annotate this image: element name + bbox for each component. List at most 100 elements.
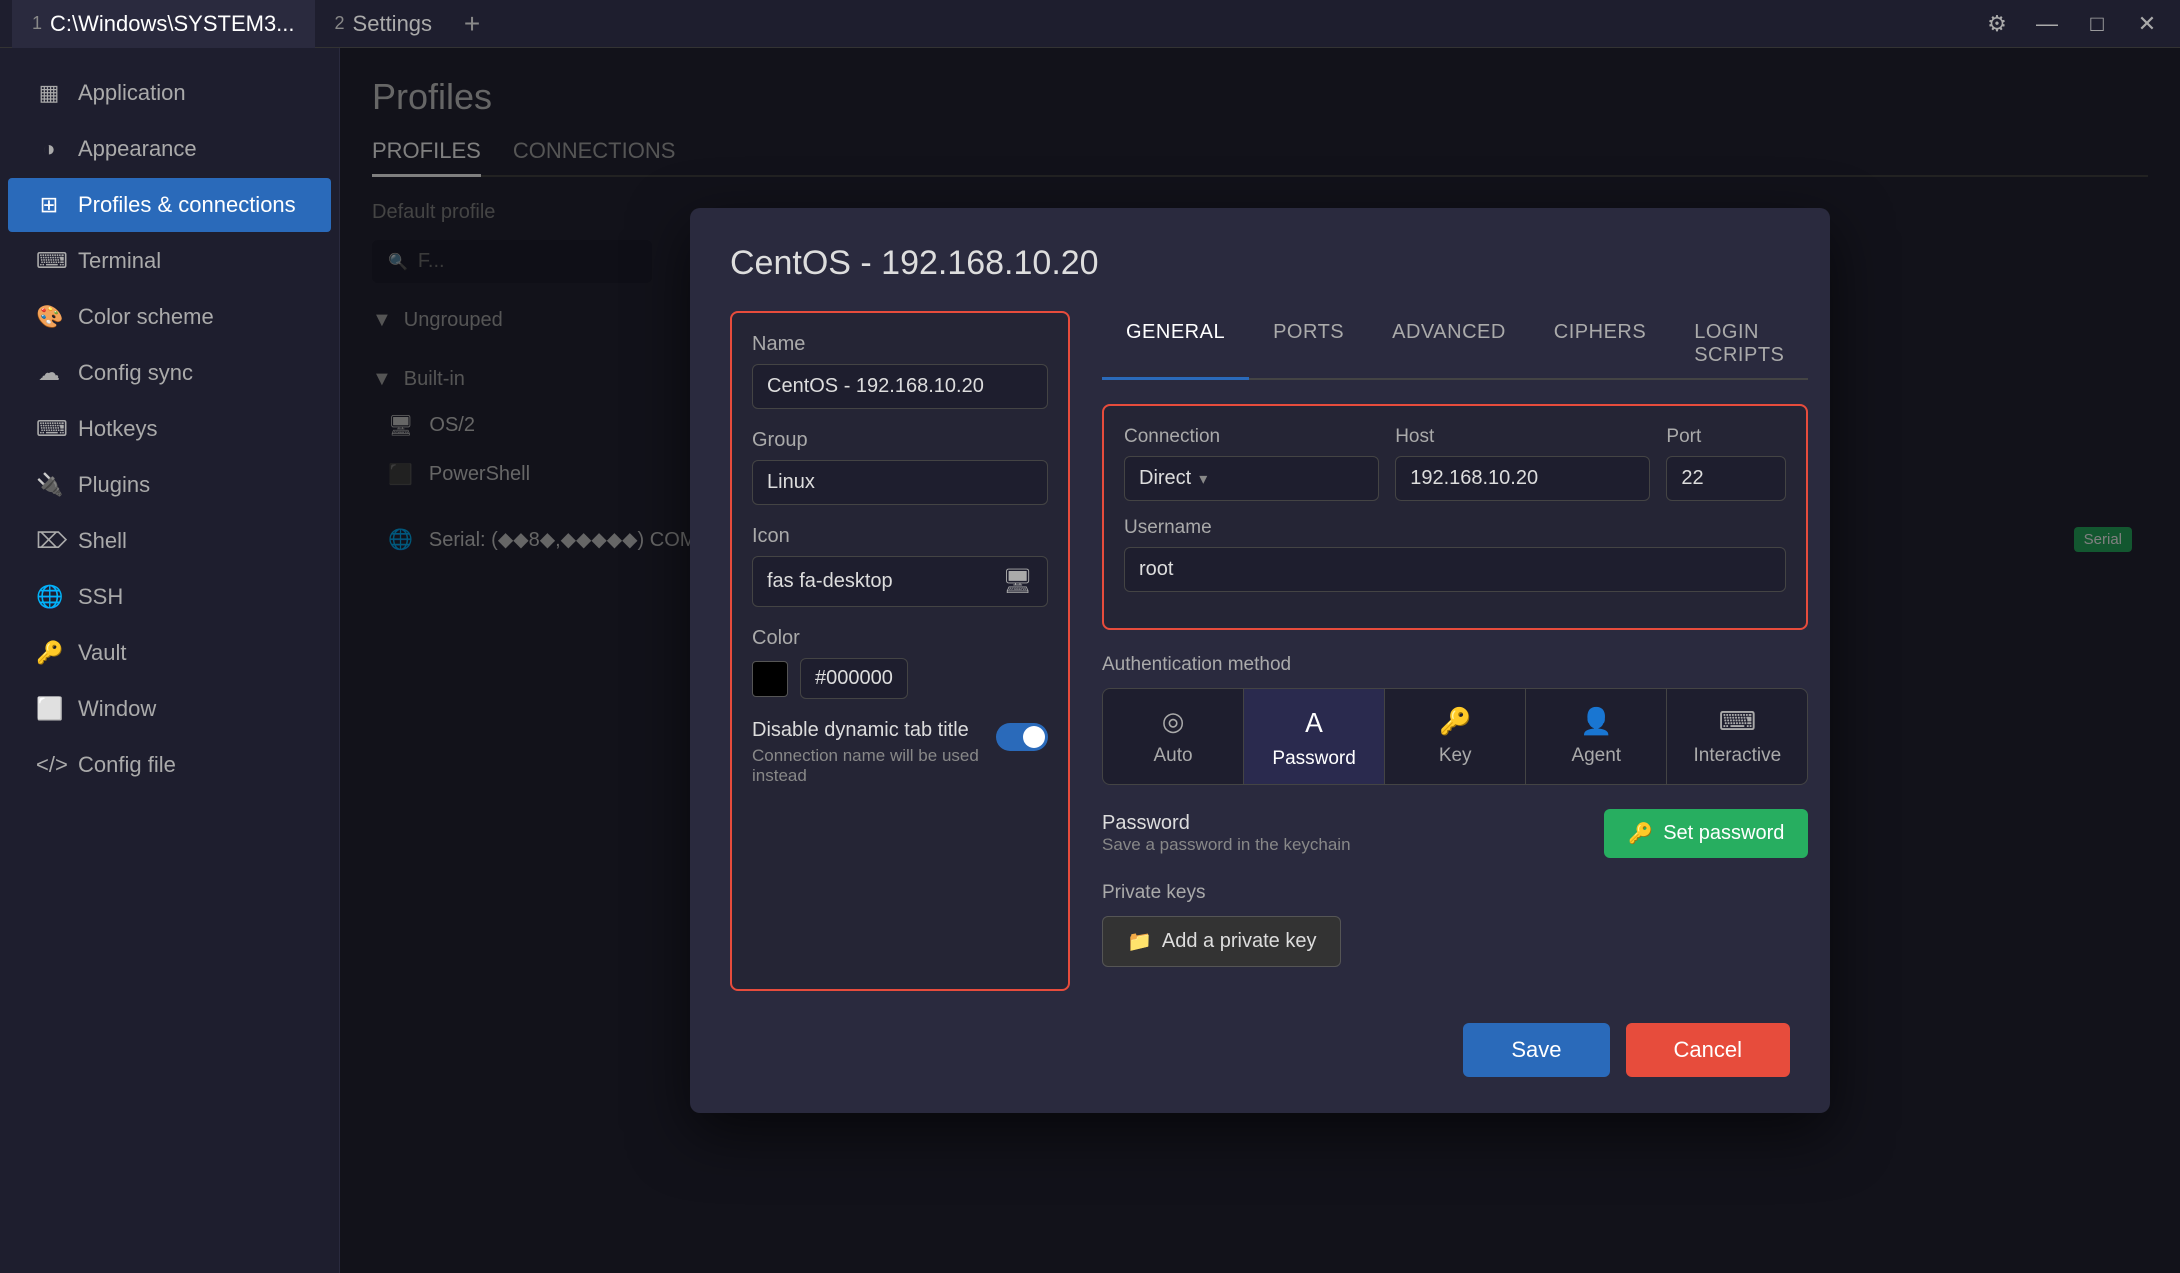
sidebar-item-config-file[interactable]: </> Config file xyxy=(8,738,331,792)
main-layout: ▦ Application ◑ Appearance ⊞ Profiles & … xyxy=(0,48,2180,1273)
private-keys-label: Private keys xyxy=(1102,882,1808,904)
color-row: #000000 xyxy=(752,658,1048,699)
auth-auto[interactable]: ◎ Auto xyxy=(1103,689,1244,784)
auth-password-label: Password xyxy=(1272,748,1355,770)
tab-advanced[interactable]: ADVANCED xyxy=(1368,311,1530,380)
sidebar-item-ssh[interactable]: 🌐 SSH xyxy=(8,570,331,624)
sidebar-item-color-scheme[interactable]: 🎨 Color scheme xyxy=(8,290,331,344)
modal-left-panel: Name Group Icon fas fa-desktop 🖥 xyxy=(730,311,1070,991)
auth-interactive[interactable]: ⌨ Interactive xyxy=(1667,689,1807,784)
name-group: Name xyxy=(752,333,1048,409)
sidebar-item-label: SSH xyxy=(78,584,123,610)
window-controls: ⚙ — □ ✕ xyxy=(1976,3,2168,45)
sidebar-item-config-sync[interactable]: ☁ Config sync xyxy=(8,346,331,400)
add-key-button[interactable]: 📁 Add a private key xyxy=(1102,916,1341,967)
sidebar-item-label: Application xyxy=(78,80,186,106)
config-file-icon: </> xyxy=(36,752,62,778)
icon-label: Icon xyxy=(752,525,1048,548)
tab-ciphers[interactable]: CIPHERS xyxy=(1530,311,1670,380)
application-icon: ▦ xyxy=(36,80,62,106)
sidebar-item-appearance[interactable]: ◑ Appearance xyxy=(8,122,331,176)
port-field: Port xyxy=(1666,426,1786,501)
toggle-switch[interactable] xyxy=(996,723,1048,751)
username-input[interactable] xyxy=(1124,547,1786,592)
interactive-icon: ⌨ xyxy=(1719,706,1757,737)
titlebar: 1 C:\Windows\SYSTEM3... 2 Settings + ⚙ —… xyxy=(0,0,2180,48)
icon-value: fas fa-desktop xyxy=(767,570,893,593)
name-label: Name xyxy=(752,333,1048,356)
password-text: Password Save a password in the keychain xyxy=(1102,812,1351,855)
sidebar-item-terminal[interactable]: ⌨ Terminal xyxy=(8,234,331,288)
auth-agent-label: Agent xyxy=(1571,745,1621,767)
profiles-icon: ⊞ xyxy=(36,192,62,218)
tab-login-scripts[interactable]: LOGIN SCRIPTS xyxy=(1670,311,1808,380)
username-field: Username xyxy=(1124,517,1786,592)
close-button[interactable]: ✕ xyxy=(2126,3,2168,45)
color-section: Color #000000 xyxy=(752,627,1048,699)
sidebar-item-hotkeys[interactable]: ⌨ Hotkeys xyxy=(8,402,331,456)
auto-icon: ◎ xyxy=(1162,706,1185,737)
plugins-icon: 🔌 xyxy=(36,472,62,498)
sidebar-item-vault[interactable]: 🔑 Vault xyxy=(8,626,331,680)
toggle-text: Disable dynamic tab title Connection nam… xyxy=(752,719,980,786)
tab-general[interactable]: GENERAL xyxy=(1102,311,1249,380)
modal-footer: Save Cancel xyxy=(730,1023,1790,1077)
config-sync-icon: ☁ xyxy=(36,360,62,386)
toggle-row: Disable dynamic tab title Connection nam… xyxy=(752,719,1048,786)
tab1-number: 1 xyxy=(32,13,42,34)
sidebar-item-plugins[interactable]: 🔌 Plugins xyxy=(8,458,331,512)
auth-interactive-label: Interactive xyxy=(1694,745,1782,767)
sidebar-item-profiles[interactable]: ⊞ Profiles & connections xyxy=(8,178,331,232)
minimize-button[interactable]: — xyxy=(2026,3,2068,45)
settings-button[interactable]: ⚙ xyxy=(1976,3,2018,45)
color-swatch[interactable] xyxy=(752,661,788,697)
modal-body: Name Group Icon fas fa-desktop 🖥 xyxy=(730,311,1790,991)
sidebar-item-window[interactable]: ⬜ Window xyxy=(8,682,331,736)
dynamic-tab-section: Disable dynamic tab title Connection nam… xyxy=(752,719,1048,786)
chevron-down-icon: ▾ xyxy=(1199,469,1207,489)
group-input[interactable] xyxy=(752,460,1048,505)
icon-group: Icon fas fa-desktop 🖥 xyxy=(752,525,1048,607)
maximize-button[interactable]: □ xyxy=(2076,3,2118,45)
tab-nav: GENERAL PORTS ADVANCED CIPHERS LOGIN SCR… xyxy=(1102,311,1808,380)
host-field: Host xyxy=(1395,426,1650,501)
password-icon: Ａ xyxy=(1301,703,1327,740)
add-tab-button[interactable]: + xyxy=(452,4,492,44)
modal-dialog: CentOS - 192.168.10.20 Name Group xyxy=(690,208,1830,1113)
sidebar-item-label: Profiles & connections xyxy=(78,192,296,218)
port-input[interactable] xyxy=(1666,456,1786,501)
host-label: Host xyxy=(1395,426,1650,448)
tab-settings[interactable]: 2 Settings xyxy=(315,0,453,48)
tab2-label: Settings xyxy=(353,11,433,37)
password-desc: Save a password in the keychain xyxy=(1102,835,1351,855)
auth-auto-label: Auto xyxy=(1153,745,1192,767)
set-password-button[interactable]: 🔑 Set password xyxy=(1604,809,1808,858)
tab-ports[interactable]: PORTS xyxy=(1249,311,1368,380)
toggle-title: Disable dynamic tab title xyxy=(752,719,980,742)
folder-icon: 📁 xyxy=(1127,929,1152,954)
modal-right-panel: GENERAL PORTS ADVANCED CIPHERS LOGIN SCR… xyxy=(1102,311,1808,991)
save-button[interactable]: Save xyxy=(1463,1023,1609,1077)
host-input[interactable] xyxy=(1395,456,1650,501)
vault-icon: 🔑 xyxy=(36,640,62,666)
modal-title: CentOS - 192.168.10.20 xyxy=(730,244,1790,283)
agent-icon: 👤 xyxy=(1580,706,1612,737)
connection-dropdown[interactable]: Direct ▾ xyxy=(1124,456,1379,501)
sidebar-item-shell[interactable]: ⌦ Shell xyxy=(8,514,331,568)
port-label: Port xyxy=(1666,426,1786,448)
auth-key[interactable]: 🔑 Key xyxy=(1385,689,1526,784)
icon-selector[interactable]: fas fa-desktop 🖥 xyxy=(752,556,1048,607)
group-group: Group xyxy=(752,429,1048,505)
sidebar-item-application[interactable]: ▦ Application xyxy=(8,66,331,120)
auth-password[interactable]: Ａ Password xyxy=(1244,689,1385,784)
tab-terminal[interactable]: 1 C:\Windows\SYSTEM3... xyxy=(12,0,315,48)
modal-overlay: CentOS - 192.168.10.20 Name Group xyxy=(340,48,2180,1273)
connection-label: Connection xyxy=(1124,426,1379,448)
name-input[interactable] xyxy=(752,364,1048,409)
sidebar-item-label: Appearance xyxy=(78,136,197,162)
color-scheme-icon: 🎨 xyxy=(36,304,62,330)
auth-agent[interactable]: 👤 Agent xyxy=(1526,689,1667,784)
username-label: Username xyxy=(1124,517,1786,539)
key-icon: 🔑 xyxy=(1628,821,1653,846)
cancel-button[interactable]: Cancel xyxy=(1626,1023,1790,1077)
